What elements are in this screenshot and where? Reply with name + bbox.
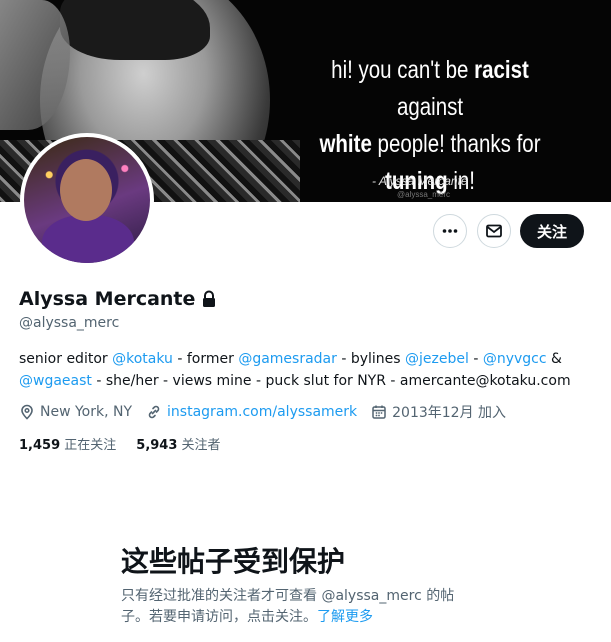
- protected-title: 这些帖子受到保护: [121, 545, 346, 578]
- bio-text: -: [468, 351, 483, 367]
- protected-text: 只有经过批准的关注者才可查看 @alyssa_merc 的帖子。若要申请访问，点…: [121, 588, 455, 625]
- mention-kotaku[interactable]: @kotaku: [112, 351, 173, 367]
- website-link[interactable]: instagram.com/alyssamerk: [167, 404, 357, 420]
- following-count: 1,459: [19, 438, 61, 453]
- avatar[interactable]: [20, 133, 154, 267]
- location-text: New York, NY: [40, 404, 133, 420]
- protected-description: 只有经过批准的关注者才可查看 @alyssa_merc 的帖子。若要申请访问，点…: [121, 586, 471, 628]
- profile-name: Alyssa Mercante: [19, 288, 217, 310]
- calendar-icon: [372, 405, 386, 419]
- envelope-icon: [486, 224, 502, 238]
- bio-text: - former: [172, 351, 239, 367]
- learn-more-link[interactable]: 了解更多: [317, 609, 373, 625]
- bio-text: &: [546, 351, 562, 367]
- mention-jezebel[interactable]: @jezebel: [405, 351, 469, 367]
- mention-nyvgcc[interactable]: @nyvgcc: [483, 351, 547, 367]
- lock-icon: [203, 290, 216, 307]
- location-pin-icon: [21, 404, 33, 420]
- follow-counts: 1,459 正在关注 5,943 关注者: [19, 434, 221, 453]
- more-icon: [442, 229, 458, 233]
- followers-count: 5,943: [136, 438, 178, 453]
- profile-name-text: Alyssa Mercante: [19, 288, 196, 310]
- following-label: 正在关注: [64, 438, 117, 453]
- profile-handle: @alyssa_merc: [19, 315, 120, 331]
- more-button[interactable]: [433, 214, 467, 248]
- followers-label: 关注者: [181, 438, 221, 453]
- mention-gamesradar[interactable]: @gamesradar: [238, 351, 337, 367]
- joined-item: 2013年12月 加入: [371, 402, 506, 422]
- avatar-coat: [42, 215, 134, 263]
- banner-watermark: @alyssa_merc: [397, 190, 451, 199]
- bio-text: - bylines: [336, 351, 406, 367]
- banner-photo-hair: [60, 0, 210, 60]
- following-link[interactable]: 1,459 正在关注: [19, 434, 116, 453]
- profile-meta: New York, NY instagram.com/alyssamerk 20…: [19, 402, 506, 422]
- bio-text: - she/her - views mine - puck slut for N…: [91, 373, 571, 389]
- website-item[interactable]: instagram.com/alyssamerk: [146, 404, 357, 420]
- followers-link[interactable]: 5,943 关注者: [136, 434, 220, 453]
- banner-attribution: - Alyssa Mercante: [372, 174, 468, 188]
- message-button[interactable]: [477, 214, 511, 248]
- mention-wgaeast[interactable]: @wgaeast: [19, 373, 92, 389]
- avatar-face: [60, 159, 112, 221]
- profile-bio: senior editor @kotaku - former @gamesrad…: [19, 348, 579, 392]
- follow-button[interactable]: 关注: [520, 214, 584, 248]
- link-icon: [148, 405, 160, 419]
- location-item: New York, NY: [19, 404, 132, 420]
- bio-text: senior editor: [19, 351, 113, 367]
- joined-text: 2013年12月 加入: [392, 405, 507, 421]
